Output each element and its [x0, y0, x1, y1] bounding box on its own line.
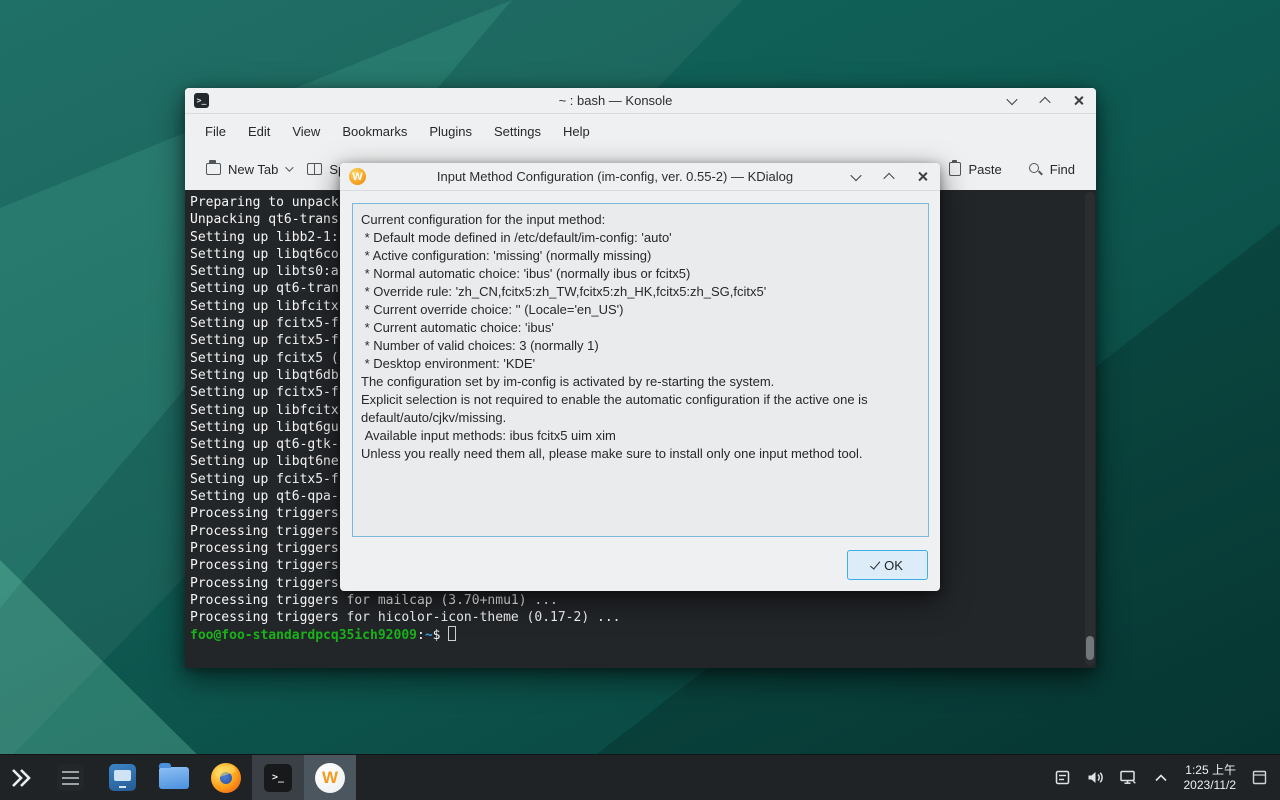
close-button[interactable]: [1070, 93, 1086, 109]
desktop: ~ : bash — Konsole File Edit View Bookma…: [0, 0, 1280, 800]
chevron-up-icon: [1039, 96, 1050, 107]
im-config-task[interactable]: [304, 755, 356, 800]
paste-button[interactable]: Paste: [941, 155, 1009, 184]
kdialog-window-title: Input Method Configuration (im-config, v…: [380, 169, 850, 184]
dialog-message-line: Unless you really need them all, please …: [361, 445, 920, 463]
maximize-button[interactable]: [1037, 93, 1053, 109]
terminal-scrollbar[interactable]: [1085, 192, 1095, 666]
dialog-message-area: Current configuration for the input meth…: [352, 203, 929, 537]
clock-date: 2023/11/2: [1184, 778, 1237, 793]
prompt-path: ~: [425, 628, 433, 643]
menu-bookmarks[interactable]: Bookmarks: [331, 119, 418, 144]
kdialog-window: Input Method Configuration (im-config, v…: [340, 163, 940, 591]
chevron-up-icon: [1153, 772, 1169, 784]
terminal-cursor: [448, 626, 456, 641]
close-icon: [1073, 95, 1084, 106]
volume-tray-button[interactable]: [1086, 769, 1104, 786]
firefox-task[interactable]: [200, 755, 252, 800]
terminal-line: Processing triggers for mailcap (3.70+nm…: [190, 592, 1082, 609]
system-settings-icon: [109, 764, 136, 791]
konsole-window-title: ~ : bash — Konsole: [225, 93, 1006, 108]
konsole-task-icon: [264, 764, 292, 792]
display-tray-button[interactable]: [1119, 769, 1138, 786]
clock-time: 1:25 上午: [1184, 763, 1237, 778]
dialog-message-line: * Active configuration: 'missing' (norma…: [361, 247, 920, 265]
terminal-scrollbar-thumb[interactable]: [1086, 636, 1094, 660]
menu-file[interactable]: File: [194, 119, 237, 144]
show-desktop-icon: [1251, 769, 1268, 786]
app-launcher-icon: [10, 767, 34, 789]
show-desktop-button[interactable]: [1251, 769, 1268, 786]
menu-view[interactable]: View: [281, 119, 331, 144]
new-tab-icon: [206, 163, 221, 175]
terminal-line: Processing triggers for hicolor-icon-the…: [190, 609, 1082, 626]
check-icon: [870, 559, 880, 570]
im-config-task-icon: [315, 763, 345, 793]
notifications-tray-button[interactable]: [1054, 769, 1071, 786]
settings-sliders-task[interactable]: [44, 755, 96, 800]
volume-icon: [1086, 769, 1104, 786]
konsole-task[interactable]: [252, 755, 304, 800]
display-icon: [1119, 769, 1138, 786]
dialog-message-line: * Current automatic choice: 'ibus': [361, 319, 920, 337]
maximize-button[interactable]: [881, 169, 897, 185]
file-manager-icon: [159, 767, 189, 789]
dialog-message-line: * Current override choice: '' (Locale='e…: [361, 301, 920, 319]
terminal-prompt-line: foo@foo-standardpcq35ich92009:~$: [190, 626, 1082, 643]
prompt-user-host: foo@foo-standardpcq35ich92009: [190, 628, 417, 643]
chevron-down-icon: [286, 163, 294, 171]
kdialog-titlebar[interactable]: Input Method Configuration (im-config, v…: [340, 163, 940, 191]
dialog-message-line: * Normal automatic choice: 'ibus' (norma…: [361, 265, 920, 283]
split-view-icon: [307, 163, 322, 175]
menu-help[interactable]: Help: [552, 119, 601, 144]
close-icon: [917, 171, 928, 182]
konsole-menubar: File Edit View Bookmarks Plugins Setting…: [185, 114, 1096, 148]
konsole-titlebar[interactable]: ~ : bash — Konsole: [185, 88, 1096, 114]
dialog-message-line: * Default mode defined in /etc/default/i…: [361, 229, 920, 247]
chevron-down-icon: [850, 169, 861, 180]
minimize-button[interactable]: [848, 169, 864, 185]
prompt-symbol: $: [433, 628, 441, 643]
taskbar: 1:25 上午 2023/11/2: [0, 754, 1280, 800]
paste-icon: [949, 162, 961, 176]
close-button[interactable]: [914, 169, 930, 185]
prompt-separator: :: [417, 628, 425, 643]
menu-plugins[interactable]: Plugins: [418, 119, 483, 144]
chevron-down-icon: [1006, 93, 1017, 104]
new-tab-button[interactable]: New Tab: [198, 155, 299, 184]
settings-sliders-icon: [57, 764, 84, 791]
find-button[interactable]: Find: [1020, 155, 1083, 184]
dialog-message-line: The configuration set by im-config is ac…: [361, 373, 920, 391]
konsole-app-icon: [194, 93, 209, 108]
dialog-message-line: Explicit selection is not required to en…: [361, 391, 920, 427]
minimize-button[interactable]: [1004, 93, 1020, 109]
system-settings-task[interactable]: [96, 755, 148, 800]
app-launcher-button[interactable]: [0, 755, 44, 800]
dialog-message-line: * Override rule: 'zh_CN,fcitx5:zh_TW,fci…: [361, 283, 920, 301]
chevron-up-icon: [883, 172, 894, 183]
dialog-message-line: Current configuration for the input meth…: [361, 211, 920, 229]
dialog-message-line: * Desktop environment: 'KDE': [361, 355, 920, 373]
notifications-icon: [1054, 769, 1071, 786]
dialog-message-line: Available input methods: ibus fcitx5 uim…: [361, 427, 920, 445]
file-manager-task[interactable]: [148, 755, 200, 800]
clock[interactable]: 1:25 上午 2023/11/2: [1184, 763, 1237, 793]
search-icon: [1028, 162, 1043, 177]
menu-settings[interactable]: Settings: [483, 119, 552, 144]
im-config-app-icon: [349, 168, 366, 185]
menu-edit[interactable]: Edit: [237, 119, 281, 144]
firefox-icon: [211, 763, 241, 793]
tray-expander-button[interactable]: [1153, 772, 1169, 784]
system-tray: 1:25 上午 2023/11/2: [1054, 755, 1280, 800]
ok-button[interactable]: OK: [847, 550, 928, 580]
dialog-message-line: * Number of valid choices: 3 (normally 1…: [361, 337, 920, 355]
